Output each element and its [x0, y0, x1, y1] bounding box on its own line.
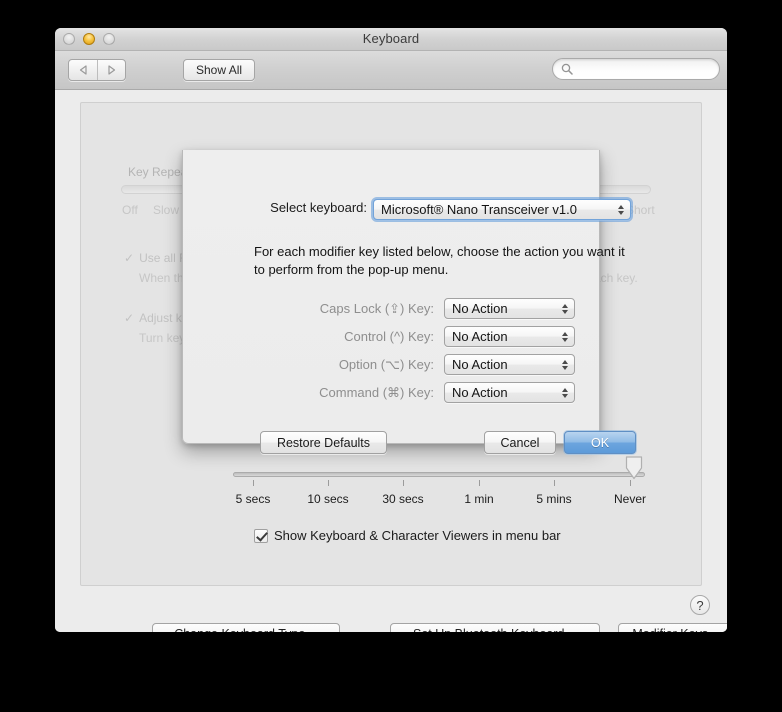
help-button[interactable]: ?	[690, 595, 710, 615]
slider-tick-label: 5 secs	[235, 492, 271, 506]
chevron-updown-icon	[618, 204, 624, 215]
control-action-popup[interactable]: No Action	[444, 326, 575, 347]
window-title: Keyboard	[362, 31, 420, 46]
control-label: Control (^) Key:	[344, 329, 434, 344]
select-keyboard-row: Select keyboard:	[260, 200, 367, 215]
select-keyboard-label: Select keyboard:	[270, 200, 367, 215]
sheet-instructions: For each modifier key listed below, choo…	[254, 244, 625, 277]
ghost-label-off: Off	[122, 203, 138, 217]
ok-button[interactable]: OK	[564, 431, 636, 454]
change-keyboard-type-label: Change Keyboard Type…	[174, 627, 318, 632]
triangle-right-icon	[108, 65, 116, 75]
slider-tick	[554, 480, 555, 486]
window-titlebar: Keyboard	[55, 28, 727, 51]
show-all-label: Show All	[196, 63, 243, 77]
slider-tick-label: Never	[613, 492, 647, 506]
chevron-updown-icon	[562, 331, 568, 342]
preferences-content: Key Repeat Delay Until Repeat Off Slow S…	[55, 90, 727, 632]
search-icon	[561, 63, 573, 75]
setup-bluetooth-keyboard-label: Set Up Bluetooth Keyboard…	[413, 627, 577, 632]
window-toolbar: Show All	[55, 51, 727, 90]
caps-lock-action-popup[interactable]: No Action	[444, 298, 575, 319]
slider-tick	[630, 480, 631, 486]
chevron-updown-icon	[562, 359, 568, 370]
command-row: Command (⌘) Key:	[254, 385, 434, 401]
back-button[interactable]	[69, 60, 97, 80]
slider-thumb[interactable]	[625, 456, 643, 480]
option-action-value: No Action	[452, 357, 508, 372]
slider-tick	[328, 480, 329, 486]
setup-bluetooth-keyboard-button[interactable]: Set Up Bluetooth Keyboard…	[390, 623, 600, 632]
show-viewers-label: Show Keyboard & Character Viewers in men…	[274, 528, 561, 543]
slider-tick	[403, 480, 404, 486]
select-keyboard-value: Microsoft® Nano Transceiver v1.0	[381, 202, 577, 217]
restore-defaults-label: Restore Defaults	[276, 435, 371, 450]
forward-button[interactable]	[97, 60, 125, 80]
slider-tick	[253, 480, 254, 486]
modifier-keys-label: Modifier Keys…	[632, 627, 720, 632]
keyboard-preferences-window: Keyboard Show All Key Repeat Off Slow Sh…	[55, 28, 727, 632]
command-label: Command (⌘) Key:	[319, 385, 434, 400]
screen: Keyboard Show All Key Repeat Off Slow Sh…	[0, 0, 782, 712]
option-row: Option (⌥) Key:	[254, 357, 434, 373]
command-action-value: No Action	[452, 385, 508, 400]
help-icon: ?	[696, 597, 704, 613]
cancel-label: Cancel	[500, 435, 540, 450]
command-action-popup[interactable]: No Action	[444, 382, 575, 403]
slider-tick	[479, 480, 480, 486]
option-action-popup[interactable]: No Action	[444, 354, 575, 375]
show-all-button[interactable]: Show All	[183, 59, 256, 81]
ghost-label-slow: Slow	[153, 203, 180, 217]
slider-tick-label: 30 secs	[382, 492, 424, 506]
triangle-left-icon	[79, 65, 87, 75]
search-field[interactable]	[552, 58, 720, 80]
navigation-segmented-control	[68, 59, 126, 81]
select-keyboard-popup[interactable]: Microsoft® Nano Transceiver v1.0	[371, 197, 633, 222]
caps-lock-row: Caps Lock (⇪) Key:	[254, 301, 434, 317]
restore-defaults-button[interactable]: Restore Defaults	[260, 431, 387, 454]
chevron-updown-icon	[562, 303, 568, 314]
modifier-keys-button[interactable]: Modifier Keys…	[618, 623, 727, 632]
cancel-button[interactable]: Cancel	[484, 431, 556, 454]
chevron-updown-icon	[562, 387, 568, 398]
change-keyboard-type-button[interactable]: Change Keyboard Type…	[152, 623, 340, 632]
ok-label: OK	[590, 435, 610, 450]
slider-track	[233, 472, 645, 477]
control-row: Control (^) Key:	[254, 329, 434, 344]
slider-tick-label: 10 secs	[307, 492, 349, 506]
slider-tick-label: 5 mins	[536, 492, 572, 506]
option-label: Option (⌥) Key:	[338, 357, 434, 372]
search-input[interactable]	[577, 61, 711, 77]
caps-lock-label: Caps Lock (⇪) Key:	[319, 301, 434, 316]
show-viewers-checkbox-row[interactable]: Show Keyboard & Character Viewers in men…	[254, 528, 561, 543]
slider-tick-label: 1 min	[464, 492, 494, 506]
caps-lock-action-value: No Action	[452, 301, 508, 316]
show-viewers-checkbox[interactable]	[254, 528, 268, 543]
control-action-value: No Action	[452, 329, 508, 344]
